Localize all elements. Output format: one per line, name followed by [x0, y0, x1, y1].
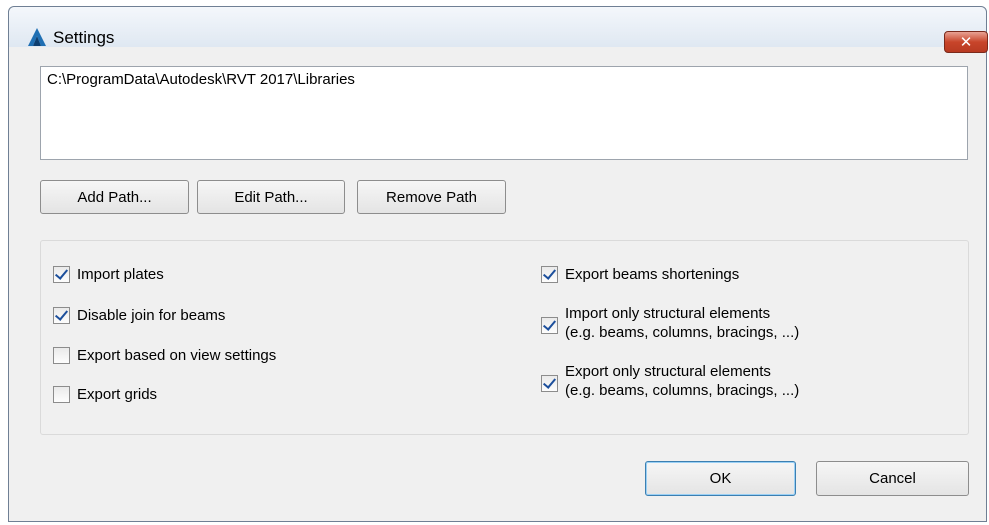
disable-join-label: Disable join for beams	[77, 307, 226, 324]
window-title: Settings	[53, 28, 115, 47]
export-structural-label: Export only structural elements (e.g. be…	[565, 362, 799, 400]
export-view-settings-checkbox[interactable]	[53, 347, 70, 364]
disable-join-option[interactable]: Disable join for beams	[53, 306, 225, 325]
import-structural-checkbox[interactable]	[541, 317, 558, 334]
ok-label: OK	[709, 470, 732, 487]
export-structural-subtitle: (e.g. beams, columns, bracings, ...)	[565, 382, 800, 399]
export-structural-title: Export only structural elements	[565, 363, 771, 380]
disable-join-checkbox[interactable]	[53, 307, 70, 324]
title-bar[interactable]: Settings ✕	[9, 7, 988, 53]
ok-button[interactable]: OK	[645, 461, 796, 496]
remove-path-button[interactable]: Remove Path	[357, 180, 506, 214]
export-grids-checkbox[interactable]	[53, 386, 70, 403]
import-plates-label: Import plates	[77, 266, 164, 283]
import-plates-option[interactable]: Import plates	[53, 265, 164, 284]
dialog-body: C:\ProgramData\Autodesk\RVT 2017\Librari…	[13, 53, 979, 517]
settings-dialog: Settings ✕ C:\ProgramData\Autodesk\RVT 2…	[8, 6, 988, 522]
import-structural-title: Import only structural elements	[565, 305, 771, 322]
import-structural-subtitle: (e.g. beams, columns, bracings, ...)	[565, 324, 800, 341]
export-structural-option[interactable]: Export only structural elements (e.g. be…	[541, 362, 799, 400]
edit-path-button[interactable]: Edit Path...	[197, 180, 345, 214]
options-group: Import plates Disable join for beams Exp…	[40, 240, 969, 435]
import-structural-option[interactable]: Import only structural elements (e.g. be…	[541, 304, 799, 342]
library-path-list[interactable]: C:\ProgramData\Autodesk\RVT 2017\Librari…	[40, 66, 968, 160]
remove-path-label: Remove Path	[386, 188, 477, 206]
add-path-label: Add Path...	[77, 188, 152, 206]
export-grids-option[interactable]: Export grids	[53, 385, 157, 404]
cancel-label: Cancel	[869, 470, 916, 487]
close-button[interactable]: ✕	[944, 31, 988, 53]
path-list-item[interactable]: C:\ProgramData\Autodesk\RVT 2017\Librari…	[47, 71, 961, 88]
export-shortenings-checkbox[interactable]	[541, 266, 558, 283]
import-plates-checkbox[interactable]	[53, 266, 70, 283]
export-grids-label: Export grids	[77, 386, 158, 403]
export-view-settings-label: Export based on view settings	[77, 347, 277, 364]
add-path-button[interactable]: Add Path...	[40, 180, 189, 214]
cancel-button[interactable]: Cancel	[816, 461, 969, 496]
close-icon: ✕	[959, 34, 973, 51]
export-shortenings-label: Export beams shortenings	[565, 266, 740, 283]
export-view-settings-option[interactable]: Export based on view settings	[53, 346, 276, 365]
edit-path-label: Edit Path...	[234, 188, 308, 206]
export-shortenings-option[interactable]: Export beams shortenings	[541, 265, 739, 284]
import-structural-label: Import only structural elements (e.g. be…	[565, 304, 799, 342]
autodesk-a-icon	[28, 28, 46, 46]
export-structural-checkbox[interactable]	[541, 375, 558, 392]
